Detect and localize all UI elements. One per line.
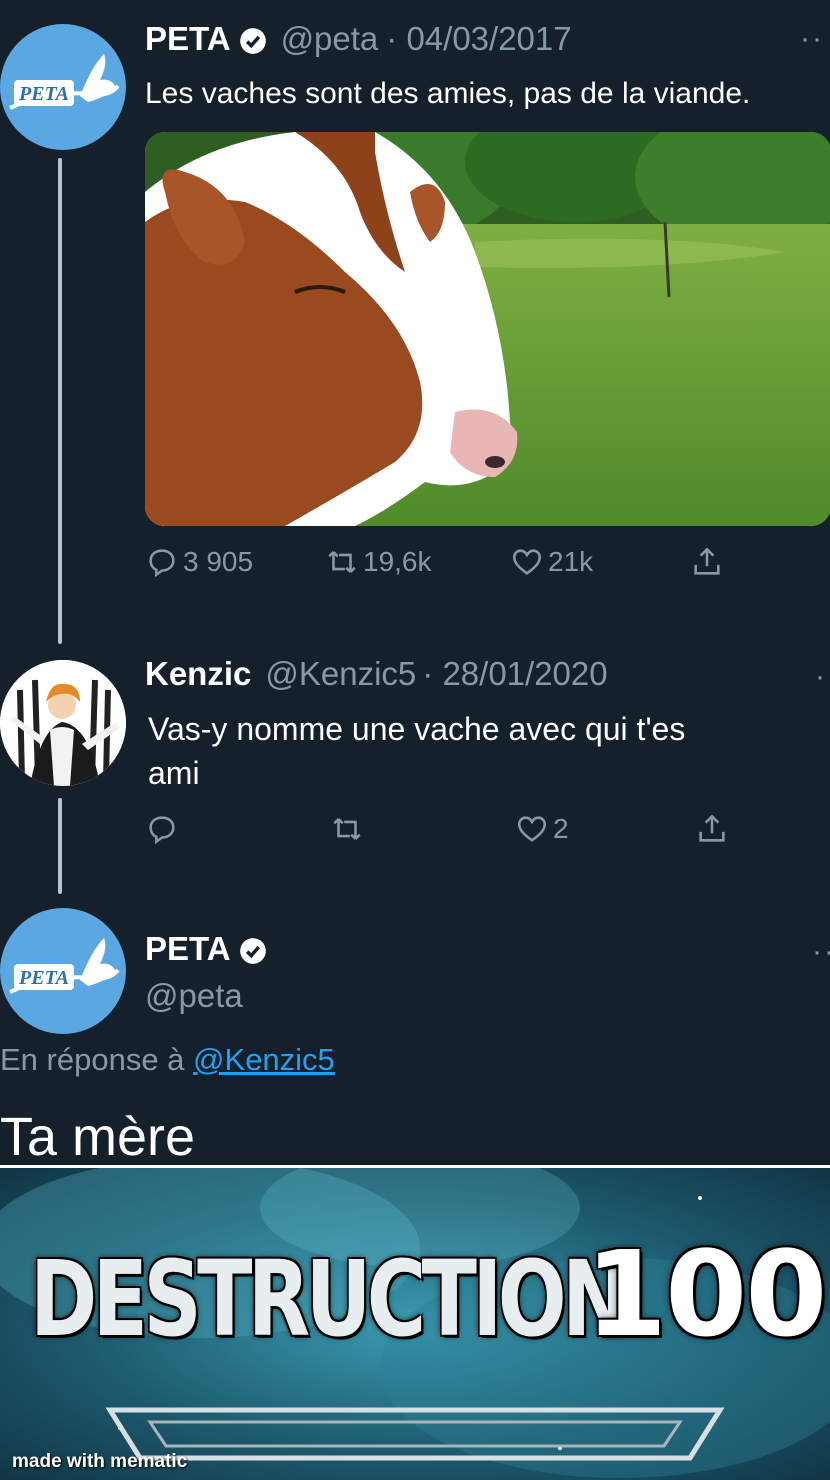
more-icon[interactable]: ·	[815, 660, 827, 694]
cow-photo[interactable]	[145, 132, 830, 526]
like-count: 2	[553, 813, 569, 844]
tweet-1-header: PETA @peta · 04/03/2017	[145, 20, 572, 58]
tweet-thread: PETA PETA @peta · 04/03/2017 ·· Les vach…	[0, 0, 830, 1165]
retweet-button[interactable]	[330, 812, 368, 846]
share-icon	[694, 547, 720, 575]
author-name[interactable]: PETA	[145, 20, 231, 58]
author-handle[interactable]: @Kenzic5	[265, 655, 416, 693]
peta-avatar[interactable]: PETA	[0, 908, 126, 1034]
retweet-icon	[333, 818, 361, 840]
retweet-count: 19,6k	[363, 546, 432, 577]
tweet-text: Vas-y nomme une vache avec qui t'es ami	[148, 707, 685, 795]
author-name[interactable]: PETA	[145, 930, 231, 968]
reply-icon	[149, 816, 175, 845]
verified-badge-icon	[239, 935, 267, 964]
mematic-watermark: made with mematic	[12, 1451, 188, 1472]
reply-context: En réponse à @Kenzic5	[0, 1042, 335, 1078]
tweet-text: Ta mère	[0, 1107, 196, 1165]
tweet-2-header: Kenzic @Kenzic5 · 28/01/2020	[145, 655, 608, 693]
more-icon[interactable]: ··	[800, 22, 824, 56]
peta-logo-text: PETA	[18, 967, 69, 989]
tweet-text: Les vaches sont des amies, pas de la via…	[145, 77, 751, 110]
like-icon	[517, 816, 547, 842]
reply-button[interactable]: 3 905	[145, 545, 253, 579]
retweet-icon	[328, 551, 356, 573]
tweet-3-handle: @peta	[145, 977, 243, 1015]
meme-level-number: 100	[585, 1225, 827, 1363]
author-handle[interactable]: @peta	[145, 977, 243, 1015]
tweet-text-line: Vas-y nomme une vache avec qui t'es	[148, 711, 686, 747]
like-count: 21k	[548, 546, 594, 577]
reply-icon	[149, 549, 175, 578]
tweet-2-actions: 2	[145, 812, 825, 862]
retweet-button[interactable]: 19,6k	[325, 545, 432, 579]
like-icon	[512, 549, 542, 575]
thread-line	[58, 798, 62, 894]
peta-logo-text: PETA	[18, 83, 69, 105]
peta-avatar[interactable]: PETA	[0, 24, 126, 150]
like-button[interactable]: 2	[515, 812, 569, 846]
share-icon	[699, 814, 725, 842]
verified-badge-icon	[239, 25, 267, 54]
thread-line	[58, 158, 62, 644]
kenzic-avatar[interactable]	[0, 660, 126, 786]
reply-count: 3 905	[183, 546, 254, 577]
tweet-text-line: ami	[148, 755, 200, 791]
author-name[interactable]: Kenzic	[145, 655, 251, 693]
share-button[interactable]	[690, 545, 728, 579]
like-button[interactable]: 21k	[510, 545, 593, 579]
author-handle[interactable]: @peta	[281, 20, 379, 58]
tweet-date[interactable]: · 04/03/2017	[386, 20, 571, 58]
meme-destruction-text: DESTRUCTION	[30, 1238, 630, 1360]
share-button[interactable]	[695, 812, 733, 846]
more-icon[interactable]: ··	[812, 935, 830, 969]
tweet-3-name: PETA	[145, 930, 281, 968]
tweet-1-actions: 3 905 19,6k 21k	[145, 545, 825, 595]
reply-button[interactable]	[145, 812, 183, 846]
reply-mention-link[interactable]: @Kenzic5	[193, 1042, 335, 1077]
tweet-date[interactable]: · 28/01/2020	[422, 655, 607, 693]
reply-prefix: En réponse à	[0, 1042, 185, 1077]
